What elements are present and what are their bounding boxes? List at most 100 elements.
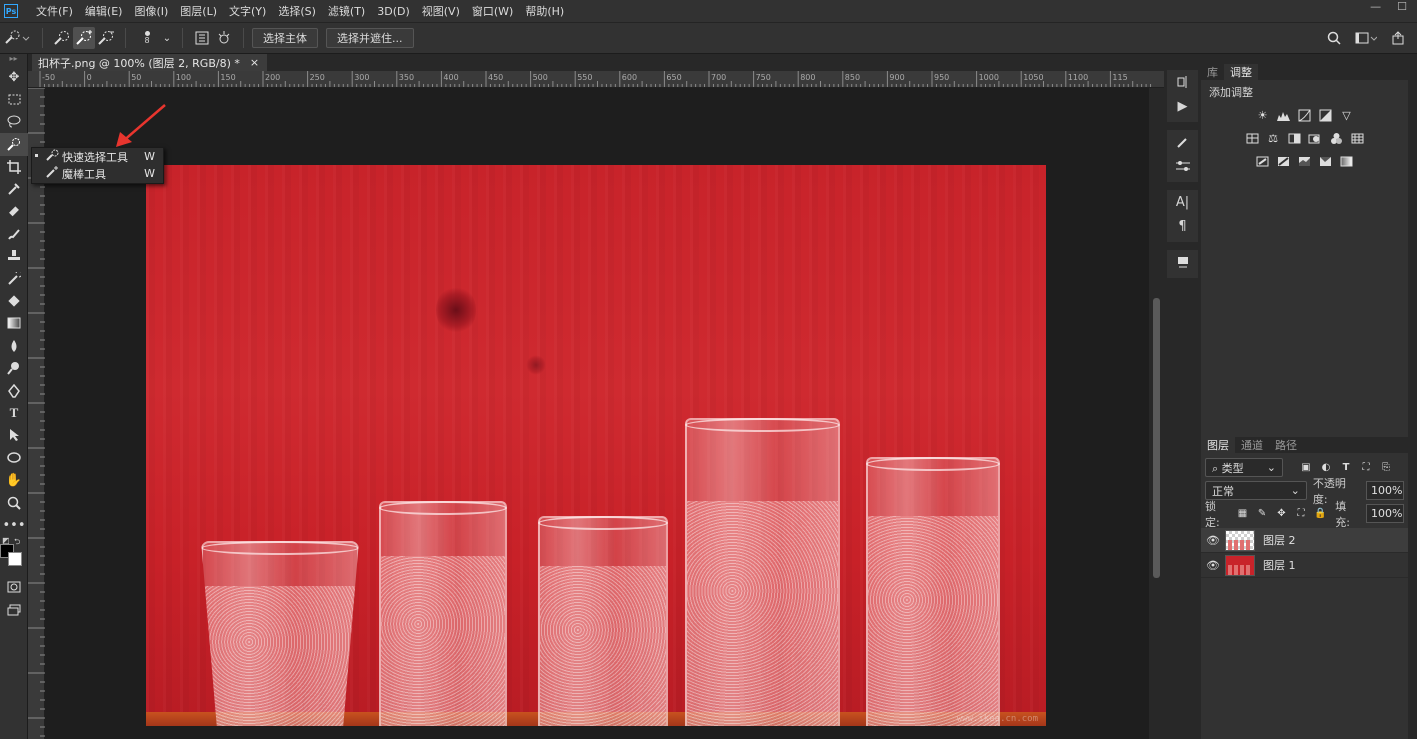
- brush-size-picker[interactable]: 8: [134, 27, 160, 49]
- tab-channels[interactable]: 通道: [1235, 437, 1269, 453]
- minimize-button[interactable]: —: [1370, 0, 1381, 13]
- filter-pixel-icon[interactable]: ▣: [1299, 461, 1313, 475]
- scroll-thumb[interactable]: [1153, 298, 1160, 578]
- healing-brush-tool-icon[interactable]: [0, 200, 28, 222]
- layer-filter-dropdown[interactable]: ⌕ 类型 ⌄: [1205, 458, 1283, 477]
- marquee-tool-icon[interactable]: [0, 88, 28, 110]
- select-subject-button[interactable]: 选择主体: [252, 28, 318, 48]
- zoom-tool-icon[interactable]: [0, 491, 28, 513]
- new-selection-icon[interactable]: [51, 27, 73, 49]
- move-tool-icon[interactable]: ✥: [0, 66, 28, 88]
- brush-tool-icon[interactable]: [0, 223, 28, 245]
- threshold-icon[interactable]: [1297, 154, 1312, 169]
- paragraph-panel-icon[interactable]: ¶: [1167, 214, 1198, 238]
- menu-file[interactable]: 文件(F): [30, 3, 79, 19]
- character-panel-icon[interactable]: A|: [1167, 190, 1198, 214]
- filter-smart-object-icon[interactable]: ⎘: [1379, 461, 1393, 475]
- filter-type-icon[interactable]: T: [1339, 461, 1353, 475]
- document-tab[interactable]: 扣杯子.png @ 100% (图层 2, RGB/8) * ×: [32, 54, 268, 71]
- maximize-button[interactable]: ☐: [1397, 0, 1407, 13]
- lasso-tool-icon[interactable]: [0, 111, 28, 133]
- color-balance-icon[interactable]: ⚖: [1266, 131, 1281, 146]
- quick-selection-tool-icon[interactable]: [0, 133, 28, 156]
- canvas-area[interactable]: www.ikea.cn.com: [45, 88, 1149, 739]
- lock-transparent-pixels-icon[interactable]: ▦: [1236, 507, 1249, 521]
- layer-row-1[interactable]: 👁 图层 1: [1201, 553, 1408, 578]
- path-selection-tool-icon[interactable]: [0, 424, 28, 446]
- quick-mask-icon[interactable]: [0, 576, 28, 598]
- invert-icon[interactable]: [1255, 154, 1270, 169]
- close-tab-icon[interactable]: ×: [250, 56, 259, 69]
- posterize-icon[interactable]: [1276, 154, 1291, 169]
- swap-colors-icon[interactable]: ⮌: [14, 536, 20, 550]
- properties-panel-icon[interactable]: [1167, 250, 1198, 274]
- blur-tool-icon[interactable]: [0, 335, 28, 357]
- eraser-tool-icon[interactable]: [0, 290, 28, 312]
- lock-position-icon[interactable]: ✥: [1275, 507, 1288, 521]
- menu-filter[interactable]: 滤镜(T): [322, 3, 371, 19]
- levels-icon[interactable]: [1276, 108, 1291, 123]
- flyout-item-magic-wand[interactable]: 魔棒工具 W: [32, 165, 163, 182]
- workspace-icon[interactable]: [1355, 27, 1377, 49]
- channel-mixer-icon[interactable]: [1329, 131, 1344, 146]
- filter-shape-icon[interactable]: ⛶: [1359, 461, 1373, 475]
- selective-color-icon[interactable]: [1318, 154, 1333, 169]
- dodge-tool-icon[interactable]: [0, 357, 28, 379]
- history-brush-tool-icon[interactable]: [0, 268, 28, 290]
- menu-select[interactable]: 选择(S): [272, 3, 322, 19]
- hue-saturation-icon[interactable]: [1245, 131, 1260, 146]
- menu-type[interactable]: 文字(Y): [223, 3, 272, 19]
- curves-icon[interactable]: [1297, 108, 1312, 123]
- clone-stamp-tool-icon[interactable]: [0, 245, 28, 267]
- history-panel-icon[interactable]: [1167, 70, 1198, 94]
- background-color-swatch[interactable]: [8, 552, 22, 567]
- vibrance-icon[interactable]: ▽: [1339, 108, 1354, 123]
- tab-adjustments[interactable]: 调整: [1224, 64, 1258, 80]
- photo-filter-icon[interactable]: [1308, 131, 1323, 146]
- more-tools-icon[interactable]: •••: [0, 514, 28, 536]
- select-and-mask-button[interactable]: 选择并遮住...: [326, 28, 414, 48]
- crop-tool-icon[interactable]: [0, 156, 28, 178]
- gradient-map-icon[interactable]: [1339, 154, 1354, 169]
- menu-layer[interactable]: 图层(L): [174, 3, 223, 19]
- opacity-field[interactable]: 100%: [1366, 481, 1404, 500]
- fill-field[interactable]: 100%: [1365, 504, 1404, 523]
- auto-enhance-icon[interactable]: [213, 27, 235, 49]
- lock-image-pixels-icon[interactable]: ✎: [1255, 507, 1268, 521]
- search-icon[interactable]: [1323, 27, 1345, 49]
- filter-adjustment-icon[interactable]: ◐: [1319, 461, 1333, 475]
- screen-mode-icon[interactable]: [0, 599, 28, 621]
- color-lookup-icon[interactable]: [1350, 131, 1365, 146]
- visibility-eye-icon[interactable]: 👁: [1201, 559, 1225, 572]
- document-image[interactable]: www.ikea.cn.com: [146, 165, 1046, 726]
- exposure-icon[interactable]: [1318, 108, 1333, 123]
- menu-help[interactable]: 帮助(H): [519, 3, 570, 19]
- canvas-scrollbar[interactable]: [1149, 88, 1164, 739]
- layer-row-2[interactable]: 👁 图层 2: [1201, 528, 1408, 553]
- sample-all-layers-icon[interactable]: [191, 27, 213, 49]
- menu-view[interactable]: 视图(V): [416, 3, 466, 19]
- panel-grip-icon[interactable]: ▸▸: [0, 54, 27, 66]
- brush-settings-icon[interactable]: [1167, 154, 1198, 178]
- gradient-tool-icon[interactable]: [0, 312, 28, 334]
- eyedropper-tool-icon[interactable]: [0, 178, 28, 200]
- tab-libraries[interactable]: 库: [1201, 64, 1224, 80]
- tool-preset-picker[interactable]: [0, 27, 34, 49]
- chevron-down-icon[interactable]: ⌄: [160, 31, 174, 45]
- brightness-contrast-icon[interactable]: ☀: [1255, 108, 1270, 123]
- menu-edit[interactable]: 编辑(E): [79, 3, 129, 19]
- pen-tool-icon[interactable]: [0, 379, 28, 401]
- type-tool-icon[interactable]: T: [0, 402, 28, 424]
- visibility-eye-icon[interactable]: 👁: [1201, 534, 1225, 547]
- ellipse-tool-icon[interactable]: [0, 447, 28, 469]
- menu-3d[interactable]: 3D(D): [371, 5, 416, 18]
- subtract-from-selection-icon[interactable]: [95, 27, 117, 49]
- add-to-selection-icon[interactable]: [73, 27, 95, 49]
- hand-tool-icon[interactable]: ✋: [0, 469, 28, 491]
- share-icon[interactable]: [1387, 27, 1409, 49]
- lock-all-icon[interactable]: 🔒: [1314, 507, 1327, 521]
- black-white-icon[interactable]: [1287, 131, 1302, 146]
- actions-play-icon[interactable]: ▶: [1167, 94, 1198, 118]
- brushes-panel-icon[interactable]: [1167, 130, 1198, 154]
- lock-artboard-icon[interactable]: ⛶: [1294, 507, 1307, 521]
